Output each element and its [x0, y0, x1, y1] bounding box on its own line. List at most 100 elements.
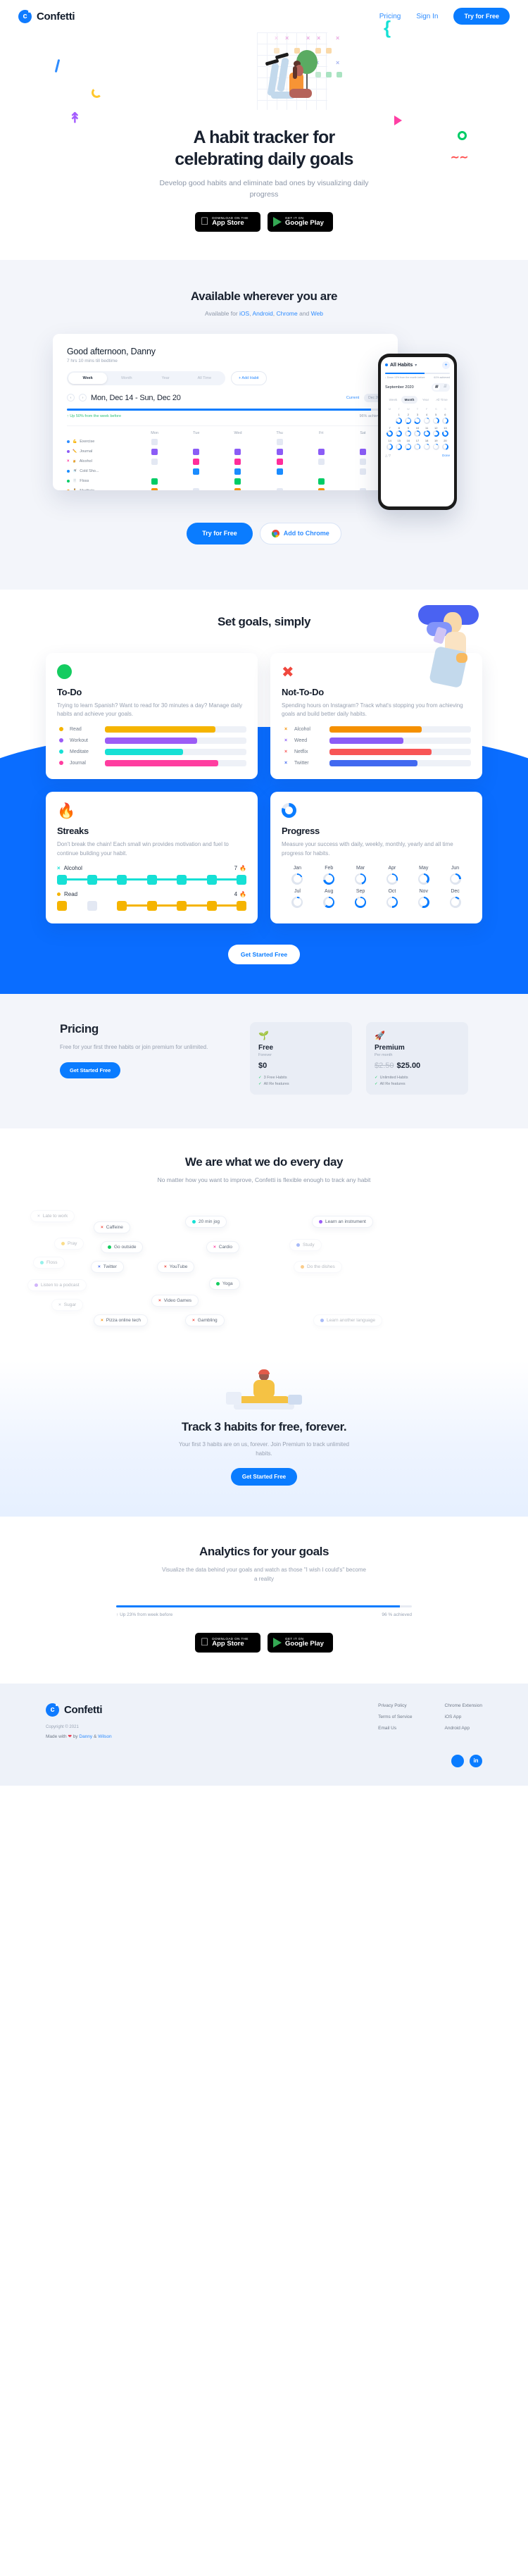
habit-row[interactable]: 🧘Meditate	[67, 488, 384, 490]
phone-day-cell[interactable]: 20	[441, 439, 450, 450]
footer-link-email[interactable]: Email Us	[378, 1726, 412, 1731]
grid-view-icon[interactable]: ▦	[433, 385, 440, 390]
month-cell[interactable]: Feb	[313, 866, 345, 885]
habit-tag[interactable]: × YouTube	[157, 1261, 194, 1273]
habit-tag[interactable]: × Video Games	[151, 1295, 199, 1307]
month-cell[interactable]: May	[408, 866, 439, 885]
chevron-down-icon[interactable]: ▾	[415, 363, 417, 368]
analytics-app-store-button[interactable]:  Download on the App Store	[195, 1633, 260, 1653]
habit-cell[interactable]	[175, 478, 217, 485]
habit-cell[interactable]	[301, 468, 342, 475]
habit-row[interactable]: 🦷 Floss	[67, 478, 384, 485]
phone-tab-all[interactable]: All Time	[434, 396, 450, 404]
habit-cell[interactable]	[259, 459, 301, 465]
twitter-icon[interactable]: 𝉹	[451, 1755, 464, 1767]
habit-tag[interactable]: Pray	[54, 1238, 84, 1250]
habit-cell[interactable]	[217, 449, 258, 455]
habit-cell[interactable]	[217, 459, 258, 465]
habit-tag[interactable]: Learn an instrument	[312, 1216, 373, 1228]
footer-link-privacy[interactable]: Privacy Policy	[378, 1703, 412, 1708]
habit-cell[interactable]	[175, 459, 217, 465]
habit-cell[interactable]	[134, 468, 175, 475]
nav-link-pricing[interactable]: Pricing	[379, 13, 401, 20]
habit-row[interactable]: ✏️ Journal	[67, 449, 384, 455]
list-view-icon[interactable]: ☰	[441, 385, 448, 390]
month-cell[interactable]: Apr	[376, 866, 408, 885]
habit-row[interactable]: × 🍺 Alcohol	[67, 459, 384, 465]
phone-day-cell[interactable]: 5	[432, 413, 441, 424]
habit-tag[interactable]: Listen to a podcast	[27, 1279, 87, 1291]
habit-tag[interactable]: Go outside	[101, 1241, 143, 1253]
habit-cell[interactable]	[175, 468, 217, 475]
habit-cell[interactable]	[259, 488, 301, 490]
add-to-chrome-button[interactable]: Add to Chrome	[260, 523, 341, 545]
month-cell[interactable]: Jul	[282, 889, 313, 908]
habit-cell[interactable]	[301, 439, 342, 445]
try-free-button[interactable]: Try for Free	[187, 523, 253, 545]
habit-tag[interactable]: × Cardio	[206, 1241, 239, 1253]
phone-day-cell[interactable]: 2	[403, 413, 413, 424]
habit-tag[interactable]: Floss	[33, 1257, 65, 1269]
habit-tag[interactable]: × Sugar	[51, 1299, 83, 1311]
phone-day-cell[interactable]: 19	[432, 439, 441, 450]
next-week-button[interactable]: ›	[79, 394, 87, 402]
google-play-button[interactable]: GET IT ON Google Play	[268, 212, 333, 232]
phone-day-cell[interactable]: 17	[413, 439, 422, 450]
habit-tag[interactable]: × Caffeine	[94, 1221, 130, 1233]
phone-day-cell[interactable]: 13	[441, 426, 450, 437]
phone-tab-year[interactable]: Year	[417, 396, 434, 404]
brand-logo[interactable]: c Confetti	[18, 10, 75, 23]
habit-cell[interactable]	[301, 449, 342, 455]
add-habit-button[interactable]: + Add Habit	[231, 371, 267, 385]
phone-day-cell[interactable]: 10	[413, 426, 422, 437]
habit-cell[interactable]	[259, 478, 301, 485]
link-android[interactable]: Android	[252, 310, 272, 317]
phone-day-cell[interactable]: 9	[403, 426, 413, 437]
habit-cell[interactable]	[134, 488, 175, 490]
link-ios[interactable]: iOS	[239, 310, 249, 317]
phone-day-cell[interactable]	[385, 413, 394, 424]
habit-cell[interactable]	[134, 478, 175, 485]
footer-brand[interactable]: c Confetti	[46, 1703, 222, 1717]
habit-cell[interactable]	[259, 449, 301, 455]
phone-tab-week[interactable]: Week	[385, 396, 401, 404]
nav-try-free-button[interactable]: Try for Free	[453, 8, 510, 25]
footer-author-danny[interactable]: Danny	[79, 1734, 92, 1739]
habit-cell[interactable]	[217, 488, 258, 490]
month-cell[interactable]: Sep	[345, 889, 377, 908]
plan-premium[interactable]: 🚀 Premium Per month $2.50 $25.00 ✓ Unlimit…	[366, 1022, 468, 1095]
footer-author-wilson[interactable]: Wilson	[98, 1734, 112, 1739]
prev-week-button[interactable]: ‹	[67, 394, 75, 402]
habit-tag[interactable]: 20 min jog	[185, 1216, 227, 1228]
phone-day-cell[interactable]: 12	[432, 426, 441, 437]
habit-tag[interactable]: Learn another language	[313, 1314, 382, 1326]
habit-cell[interactable]	[134, 449, 175, 455]
habit-tag[interactable]: × Twitter	[91, 1261, 124, 1273]
phone-day-cell[interactable]: 7	[385, 426, 394, 437]
phone-tab-month[interactable]: Month	[401, 396, 417, 404]
habit-tag[interactable]: × Gambling	[185, 1314, 225, 1326]
current-link[interactable]: Current	[346, 396, 359, 400]
tab-year[interactable]: Year	[146, 373, 185, 384]
month-cell[interactable]: Mar	[345, 866, 377, 885]
habit-row[interactable]: 💪 Exercise	[67, 439, 384, 445]
phone-day-cell[interactable]: 3	[413, 413, 422, 424]
phone-day-cell[interactable]: 4	[422, 413, 432, 424]
linkedin-icon[interactable]: in	[470, 1755, 482, 1767]
month-cell[interactable]: Nov	[408, 889, 439, 908]
tab-month[interactable]: Month	[107, 373, 146, 384]
habit-cell[interactable]	[301, 459, 342, 465]
phone-day-cell[interactable]: 16	[403, 439, 413, 450]
footer-link-chrome-ext[interactable]: Chrome Extension	[445, 1703, 482, 1708]
footer-link-android[interactable]: Android App	[445, 1726, 482, 1731]
habit-tag[interactable]: Study	[289, 1239, 322, 1251]
habit-cell[interactable]	[217, 478, 258, 485]
app-store-button[interactable]:  Download on the App Store	[195, 212, 260, 232]
link-web[interactable]: Web	[311, 310, 323, 317]
link-chrome[interactable]: Chrome	[277, 310, 298, 317]
phone-day-cell[interactable]: 11	[422, 426, 432, 437]
habit-tag[interactable]: Do the dishes	[294, 1261, 342, 1273]
habit-tag[interactable]: Yoga	[209, 1278, 240, 1290]
phone-done-button[interactable]: Done	[442, 454, 450, 457]
analytics-google-play-button[interactable]: GET IT ON Google Play	[268, 1633, 333, 1653]
